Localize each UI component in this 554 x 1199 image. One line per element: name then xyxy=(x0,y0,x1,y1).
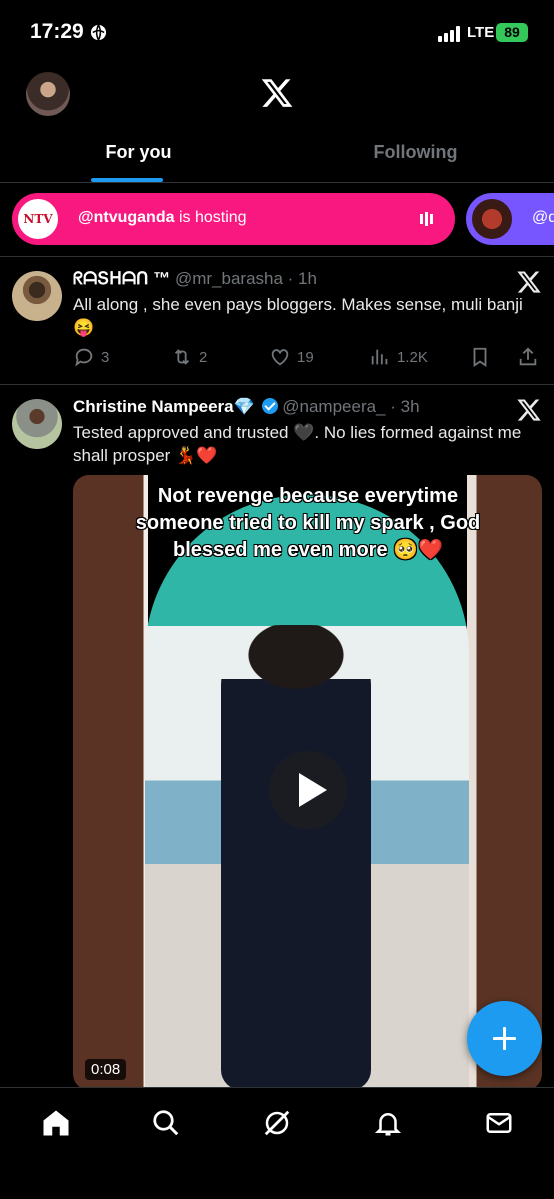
views-icon xyxy=(371,349,388,365)
user-handle: @mr_barasha xyxy=(174,269,283,288)
tweet-header: ᖇᗩՏᕼᗩᑎ ™ @mr_barasha · 1h xyxy=(73,269,317,289)
play-icon[interactable] xyxy=(269,751,347,829)
reply-button[interactable]: 3 xyxy=(73,345,109,369)
bookmark-icon xyxy=(473,347,487,367)
active-tab-indicator xyxy=(91,178,163,182)
view-count: 1.2K xyxy=(397,348,428,366)
tweet-header: Christine Nampeera💎 @nampeera_ · 3h xyxy=(73,397,420,417)
avatar[interactable] xyxy=(12,399,62,449)
home-icon[interactable] xyxy=(41,1108,71,1138)
share-icon xyxy=(519,347,537,366)
tweet-time: · 3h xyxy=(390,397,420,416)
network-label: LTE xyxy=(467,24,495,41)
signal-icon xyxy=(438,26,460,42)
space-host-handle: @ntvuganda xyxy=(78,209,175,226)
battery-indicator: 89 xyxy=(496,23,528,42)
timeline-tabs: For you Following xyxy=(0,128,554,183)
retweet-icon xyxy=(174,349,190,365)
retweet-button[interactable]: 2 xyxy=(171,345,207,369)
messages-icon[interactable] xyxy=(484,1108,514,1138)
space-card[interactable]: NTV @ntvuganda is hosting xyxy=(12,193,455,245)
reply-count: 3 xyxy=(101,348,110,366)
video-duration: 0:08 xyxy=(85,1059,127,1080)
globe-icon xyxy=(90,24,107,41)
tweet-text: Tested approved and trusted 🖤. No lies f… xyxy=(73,423,522,465)
display-name[interactable]: Christine Nampeera💎 xyxy=(73,397,255,416)
bookmark-button[interactable] xyxy=(469,345,497,369)
tab-for-you[interactable]: For you xyxy=(0,128,277,183)
space-host-avatar: NTV xyxy=(16,197,60,241)
x-logo-icon xyxy=(517,399,541,421)
x-logo-icon[interactable] xyxy=(260,76,294,110)
search-icon[interactable] xyxy=(151,1108,181,1138)
video-caption: Not revenge because everytime someone tr… xyxy=(135,485,481,561)
retweet-count: 2 xyxy=(199,348,208,366)
like-count: 19 xyxy=(297,348,314,366)
x-logo-icon xyxy=(517,271,541,293)
display-name[interactable]: ᖇᗩՏᕼᗩᑎ ™ xyxy=(73,269,170,288)
tweet-time: · 1h xyxy=(287,269,317,288)
space-card[interactable]: @d xyxy=(466,193,554,245)
heart-icon xyxy=(271,349,289,366)
space-label: @ntvuganda is hosting xyxy=(78,209,247,227)
compose-button[interactable] xyxy=(467,1001,542,1076)
spaces-bar: NTV @ntvuganda is hosting @d xyxy=(0,183,554,257)
space-host-avatar xyxy=(470,197,514,241)
audio-bars-icon xyxy=(420,212,433,226)
like-button[interactable]: 19 xyxy=(269,345,314,369)
grok-icon[interactable] xyxy=(262,1108,292,1138)
video-subject xyxy=(221,625,371,1090)
avatar[interactable] xyxy=(12,271,62,321)
share-button[interactable] xyxy=(517,345,545,369)
tweet[interactable]: Christine Nampeera💎 @nampeera_ · 3h Test… xyxy=(0,385,554,1105)
verified-badge-icon xyxy=(261,398,278,414)
reply-icon xyxy=(75,348,93,367)
tweet-actions: 3 2 19 1.2K xyxy=(73,345,543,369)
status-bar: 17:29 LTE 89 xyxy=(0,0,554,66)
user-handle: @nampeera_ xyxy=(282,397,386,416)
space-status: is hosting xyxy=(174,209,247,226)
tweet-text: All along , she even pays bloggers. Make… xyxy=(73,295,523,337)
notifications-icon[interactable] xyxy=(373,1108,403,1138)
status-time: 17:29 xyxy=(30,20,84,43)
bottom-navigation xyxy=(0,1087,554,1199)
profile-avatar[interactable] xyxy=(26,72,70,116)
views-button[interactable]: 1.2K xyxy=(369,345,428,369)
tweet[interactable]: ᖇᗩՏᕼᗩᑎ ™ @mr_barasha · 1h All along , sh… xyxy=(0,257,554,385)
video-player[interactable]: Not revenge because everytime someone tr… xyxy=(73,475,542,1090)
space-host-handle: @d xyxy=(532,209,554,226)
tab-following[interactable]: Following xyxy=(277,128,554,183)
